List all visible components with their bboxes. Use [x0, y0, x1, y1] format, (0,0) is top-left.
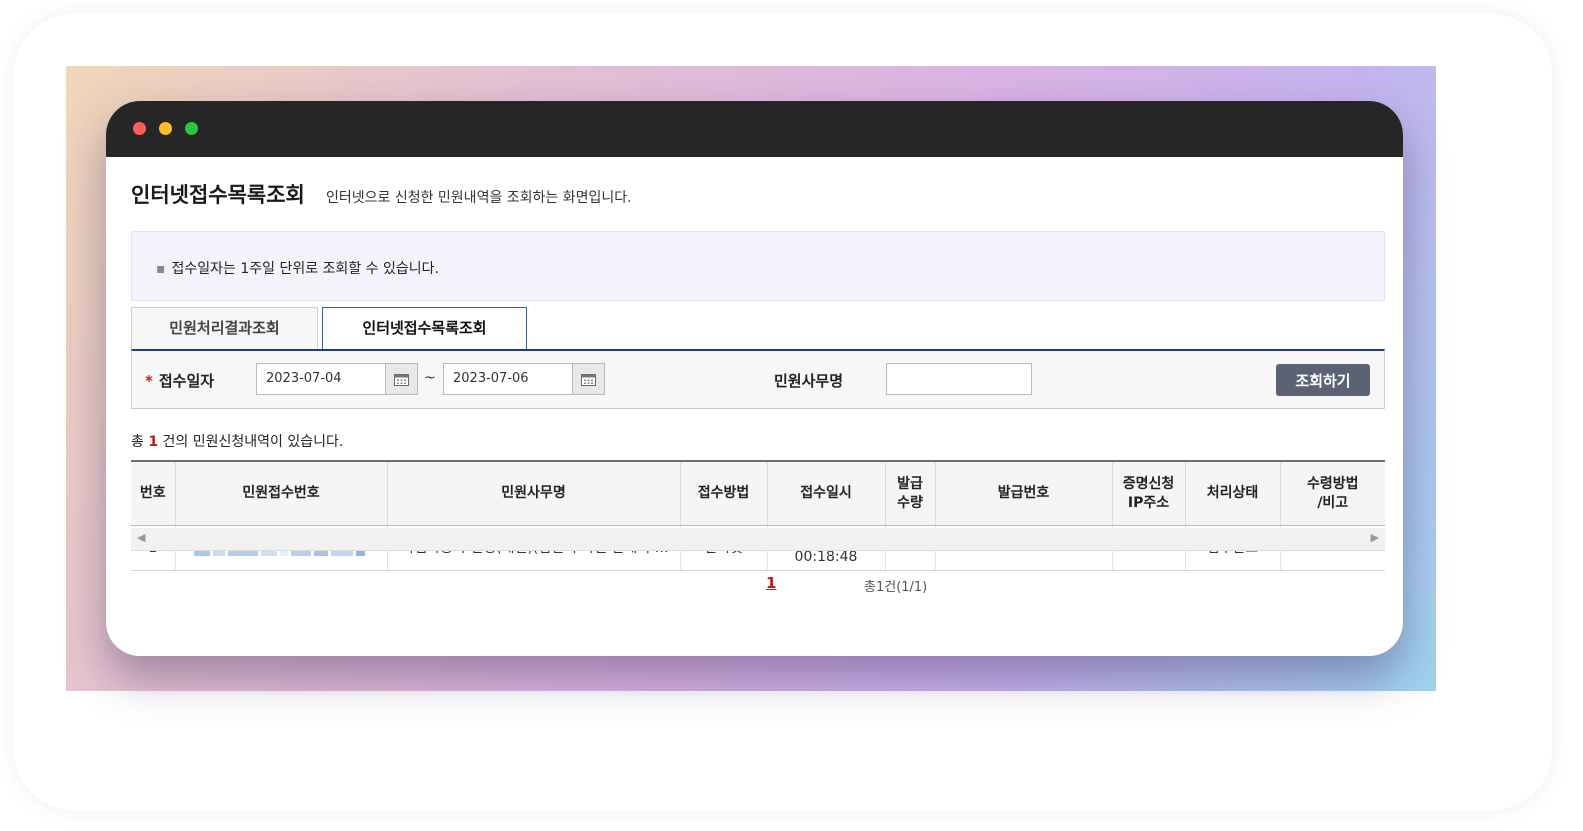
col-header-method: 접수방법	[680, 460, 768, 526]
tab-internet-receipt-list[interactable]: 인터넷접수목록조회	[322, 307, 527, 351]
date-label: * 접수일자	[145, 372, 215, 390]
date-from-input[interactable]: 2023-07-04	[256, 363, 386, 395]
search-panel: * 접수일자 2023-07-04 ~ 2023-07-06 민원사무명 조회하…	[131, 349, 1385, 409]
range-separator: ~	[424, 370, 436, 386]
col-header-ip: 증명신청 IP주소	[1112, 460, 1186, 526]
page-header: 인터넷접수목록조회 인터넷으로 신청한 민원내역을 조회하는 화면입니다.	[131, 179, 632, 209]
date-to-input[interactable]: 2023-07-06	[443, 363, 573, 395]
calendar-icon	[394, 373, 409, 386]
notice-text: 접수일자는 1주일 단위로 조회할 수 있습니다.	[171, 261, 439, 277]
page-link-current[interactable]: 1	[766, 574, 776, 592]
pagination: 1 총1건(1/1)	[131, 574, 1385, 596]
col-header-qty: 발급 수량	[885, 460, 936, 526]
calendar-icon	[581, 373, 596, 386]
page-title: 인터넷접수목록조회	[131, 183, 305, 207]
result-count-number: 1	[148, 434, 159, 450]
window-titlebar	[106, 101, 1403, 157]
result-count: 총 1 건의 민원신청내역이 있습니다.	[131, 434, 344, 450]
bullet-icon: ▪	[156, 261, 166, 277]
horizontal-scrollbar[interactable]: ◀ ▶	[131, 528, 1385, 551]
browser-window: 인터넷접수목록조회 인터넷으로 신청한 민원내역을 조회하는 화면입니다. ▪ 접…	[106, 101, 1403, 656]
minimize-dot-icon[interactable]	[159, 122, 172, 135]
scroll-left-icon[interactable]: ◀	[137, 531, 145, 544]
result-table: 번호 민원접수번호 민원사무명 접수방법 접수일시 발급 수량 발급번호 증명신청…	[131, 460, 1385, 571]
tab-result-inquiry[interactable]: 민원처리결과조회	[131, 307, 318, 349]
col-header-office-name: 민원사무명	[387, 460, 681, 526]
maximize-dot-icon[interactable]	[185, 122, 198, 135]
office-name-input[interactable]	[886, 363, 1032, 395]
scroll-right-icon[interactable]: ▶	[1371, 531, 1379, 544]
calendar-to-button[interactable]	[572, 363, 605, 395]
col-header-receipt-no: 민원접수번호	[175, 460, 388, 526]
col-header-issue-no: 발급번호	[935, 460, 1113, 526]
notice-box: ▪ 접수일자는 1주일 단위로 조회할 수 있습니다.	[131, 231, 1385, 301]
calendar-from-button[interactable]	[385, 363, 418, 395]
search-button[interactable]: 조회하기	[1276, 364, 1370, 396]
col-header-status: 처리상태	[1185, 460, 1281, 526]
page-total-text: 총1건(1/1)	[864, 580, 928, 595]
table-header-row: 번호 민원접수번호 민원사무명 접수방법 접수일시 발급 수량 발급번호 증명신청…	[131, 460, 1385, 526]
col-header-receive: 수령방법/비고	[1280, 460, 1385, 526]
close-dot-icon[interactable]	[133, 122, 146, 135]
tab-bar: 민원처리결과조회 인터넷접수목록조회	[131, 307, 1385, 351]
col-header-no: 번호	[131, 460, 176, 526]
required-mark: *	[145, 372, 153, 390]
office-name-label: 민원사무명	[774, 372, 844, 390]
page-subtitle: 인터넷으로 신청한 민원내역을 조회하는 화면입니다.	[325, 190, 632, 206]
col-header-datetime: 접수일시	[767, 460, 886, 526]
